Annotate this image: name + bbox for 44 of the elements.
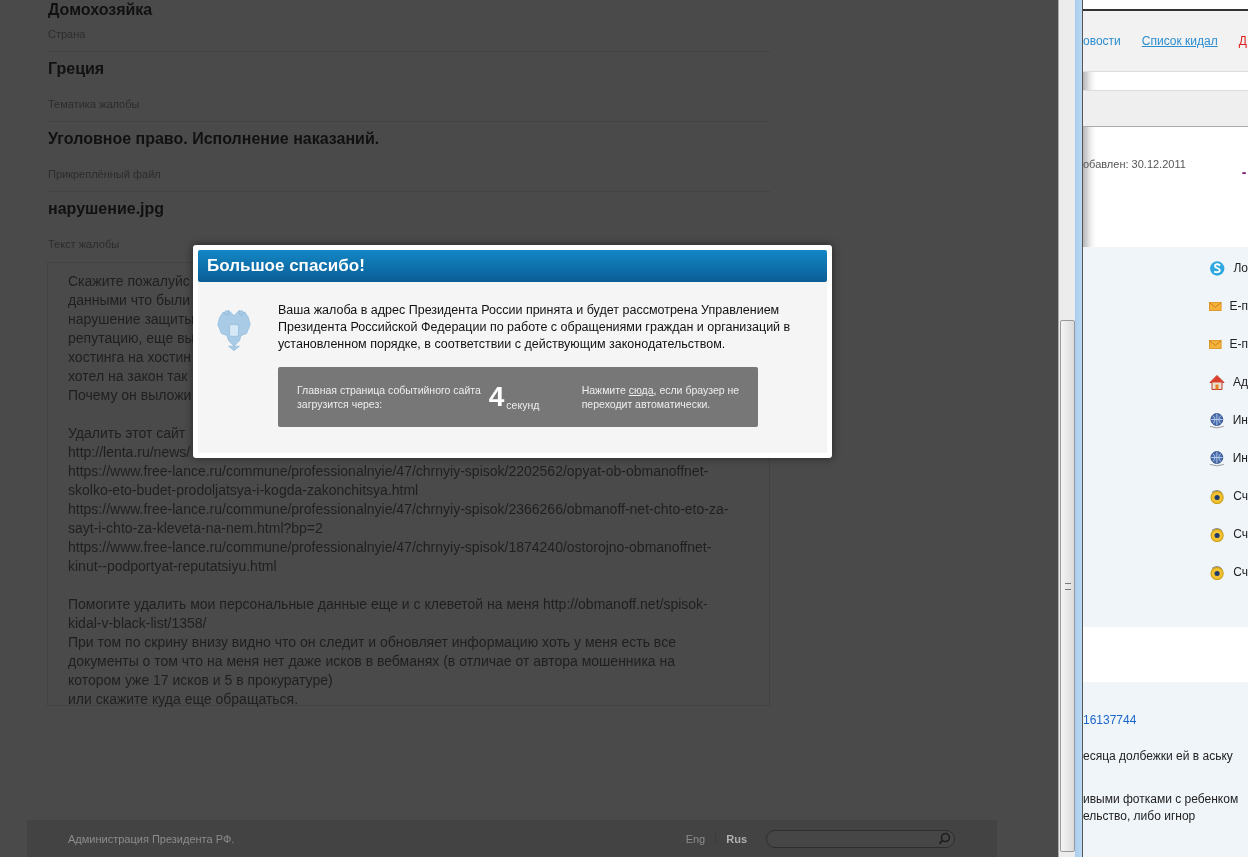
- skype-icon: [1209, 260, 1226, 277]
- field-value: Домохозяйка: [48, 0, 154, 20]
- scrollbar-thumb[interactable]: [1060, 320, 1075, 852]
- copyright-text: Администрация Президента РФ.: [68, 832, 235, 845]
- field-value: Уголовное право. Исполнение наказаний.: [48, 129, 381, 149]
- scrollbar[interactable]: [1058, 0, 1075, 857]
- coin-icon: [1209, 488, 1226, 505]
- field-value: Греция: [48, 59, 106, 79]
- countdown-text: Главная страница событийного сайта загрузится через:: [297, 383, 482, 411]
- nav-link[interactable]: овости: [1083, 34, 1121, 48]
- contact-label: Сч: [1233, 526, 1248, 543]
- contact-label: E-п: [1229, 336, 1248, 353]
- language-link[interactable]: Rus: [726, 832, 747, 845]
- contact-label: Сч: [1233, 564, 1248, 581]
- emblem-icon: [216, 308, 252, 352]
- contact-label: Ин: [1232, 412, 1248, 429]
- text-line: ивыми фотками с ребенком: [1083, 791, 1240, 808]
- date-added-text: обавлен: 30.12.2011: [1083, 158, 1186, 170]
- dash-mark: -: [1241, 164, 1247, 180]
- contact-label: Сч: [1233, 488, 1248, 505]
- contact-label: E-п: [1229, 298, 1248, 315]
- globe-icon: [1209, 450, 1225, 467]
- language-link[interactable]: Eng: [685, 832, 706, 845]
- number-link[interactable]: 16137744: [1083, 712, 1248, 728]
- search-field[interactable]: [766, 829, 955, 848]
- house-icon: [1209, 374, 1225, 391]
- redirect-text: Нажмите сюда, если браузер не переходит автоматически.: [581, 383, 741, 411]
- dialog-title: Большое спасибо!: [198, 250, 827, 282]
- text-line: есяца долбежки ей в аську: [1083, 748, 1234, 765]
- search-icon[interactable]: [938, 832, 951, 845]
- countdown-number: 4: [488, 383, 505, 411]
- nav-link[interactable]: Д: [1238, 34, 1247, 48]
- field-value: нарушение.jpg: [48, 199, 166, 219]
- contact-label: Ло: [1233, 260, 1248, 277]
- contact-label: Ин: [1232, 450, 1248, 467]
- contact-label: Ад: [1233, 374, 1248, 391]
- countdown-unit: секунд: [506, 399, 540, 411]
- nav-link[interactable]: Список кидал: [1141, 34, 1218, 48]
- coin-icon: [1209, 526, 1226, 543]
- dialog-message: Ваша жалоба в адрес Президента России принята и будет рассмотрена Управлением Президента Российской Федерации по работе с обращениями граждан и организаций в установленном порядке, в соответствии с действующим законодательством.: [278, 302, 792, 353]
- coin-icon: [1209, 564, 1226, 581]
- redirect-link[interactable]: сюда: [628, 384, 654, 396]
- text-line: ельство, либо игнор: [1083, 808, 1197, 825]
- globe-icon: [1209, 412, 1225, 429]
